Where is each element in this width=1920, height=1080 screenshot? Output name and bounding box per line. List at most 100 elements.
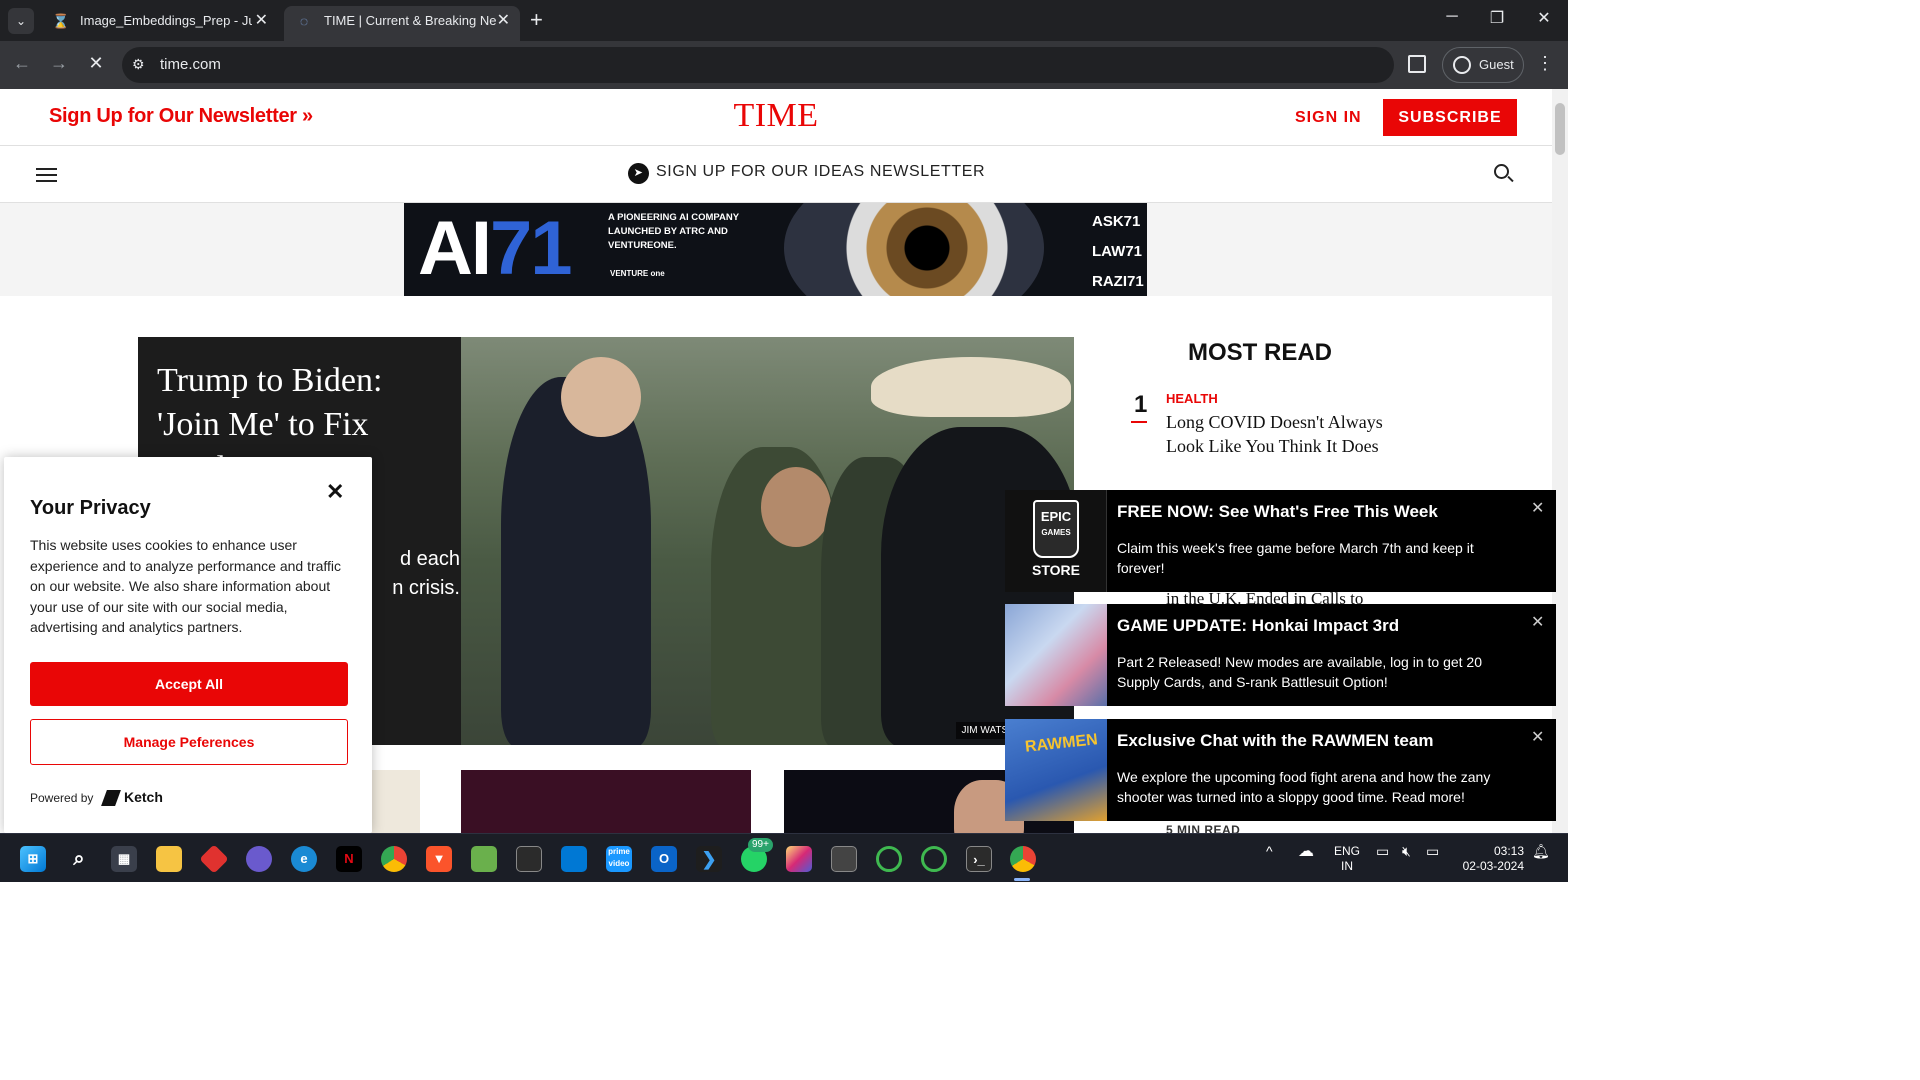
notification-title: GAME UPDATE: Honkai Impact 3rd [1117, 616, 1400, 635]
tab-close-icon[interactable]: ✕ [497, 6, 510, 36]
brave-icon[interactable]: ▼ [426, 846, 452, 872]
app-icon[interactable] [471, 846, 497, 872]
tab-search-chevron-icon[interactable]: ⌄ [8, 8, 34, 34]
ad-product: RAZI71 [1092, 273, 1144, 290]
ideas-newsletter-label: SIGN UP FOR OUR IDEAS NEWSLETTER [656, 163, 986, 180]
accept-all-button[interactable]: Accept All [30, 662, 348, 706]
close-icon[interactable]: ✕ [326, 479, 344, 505]
category-label[interactable]: HEALTH [1166, 391, 1400, 406]
notification-honkai[interactable]: GAME UPDATE: Honkai Impact 3rd Part 2 Re… [1005, 604, 1556, 706]
address-bar[interactable]: ⚙ time.com [122, 47, 1394, 83]
notification-body: Claim this week's free game before March… [1117, 540, 1474, 576]
stop-loading-icon[interactable]: ✕ [84, 53, 108, 74]
hamburger-menu-icon[interactable] [36, 168, 57, 186]
read-time-label: 5 MIN READ [1166, 823, 1241, 833]
app-icon[interactable] [199, 844, 229, 874]
netflix-icon[interactable]: N [336, 846, 362, 872]
notification-bell-icon[interactable]: 🔔︎ [1532, 844, 1550, 859]
most-read-section: MOST READ 1 HEALTH Long COVID Doesn't Al… [1120, 339, 1400, 458]
terminal-icon[interactable] [516, 846, 542, 872]
ideas-newsletter-link[interactable]: ➤ SIGN UP FOR OUR IDEAS NEWSLETTER [628, 163, 986, 184]
browser-tab-bar: ⌄ ⌛ Image_Embeddings_Prep - Jupy ✕ ◌ TIM… [0, 0, 1568, 41]
search-icon[interactable] [1494, 164, 1514, 183]
edge-icon[interactable]: e [291, 846, 317, 872]
windows-taskbar: ⊞ ⌕ ▦ e N ▼ prime video O ❯ 99+ ›_ ^ ☁ E… [0, 833, 1568, 882]
chrome-active-icon[interactable] [1010, 846, 1036, 872]
battery-icon[interactable]: ▭ [1426, 844, 1439, 859]
search-icon[interactable]: ⌕ [66, 846, 92, 872]
hero-dek: d each n crisis. [392, 548, 460, 599]
privacy-consent-dialog: Your Privacy ✕ This website uses cookies… [4, 457, 372, 833]
app-icon[interactable] [921, 846, 947, 872]
notification-epic[interactable]: EPIC GAMES STORE FREE NOW: See What's Fre… [1005, 490, 1556, 592]
mute-icon[interactable]: 🔇︎ [1402, 844, 1411, 859]
profile-button[interactable]: Guest [1442, 47, 1524, 83]
epic-games-logo-icon: EPIC GAMES [1033, 500, 1079, 558]
app-icon[interactable] [246, 846, 272, 872]
vscode-icon[interactable]: ❯ [696, 846, 722, 872]
ad-product: ASK71 [1092, 213, 1141, 230]
ad-venture-logo: VENTURE one [610, 269, 665, 278]
browser-toolbar: ← → ✕ ⚙ time.com Guest ⋮ [0, 41, 1568, 89]
notification-badge: 99+ [748, 838, 773, 852]
tab-title: TIME | Current & Breaking New [324, 13, 496, 28]
side-panel-icon[interactable] [1408, 55, 1426, 73]
privacy-description: This website uses cookies to enhance use… [30, 537, 342, 635]
prime-video-icon[interactable]: prime video [606, 846, 632, 872]
windows-start-icon[interactable]: ⊞ [20, 846, 46, 872]
outlook-icon[interactable]: O [651, 846, 677, 872]
widgets-icon[interactable]: ▦ [111, 846, 137, 872]
notification-body: Part 2 Released! New modes are available… [1117, 654, 1482, 690]
site-subnav: ➤ SIGN UP FOR OUR IDEAS NEWSLETTER [0, 146, 1552, 203]
tab-title: Image_Embeddings_Prep - Jupy [80, 13, 252, 28]
story-card-thumbnail[interactable] [461, 770, 751, 833]
back-icon[interactable]: ← [10, 53, 34, 74]
notification-title: Exclusive Chat with the RAWMEN team [1117, 731, 1434, 750]
most-read-item[interactable]: 1 HEALTH Long COVID Doesn't Always Look … [1120, 391, 1400, 458]
site-info-icon[interactable]: ⚙ [132, 56, 145, 73]
new-tab-button[interactable]: + [530, 8, 543, 32]
terminal-icon[interactable]: ›_ [966, 846, 992, 872]
most-read-heading: MOST READ [1188, 339, 1332, 366]
ketch-logo[interactable]: Ketch [101, 789, 163, 807]
ad-logo: AI71 [418, 206, 573, 291]
browser-menu-icon[interactable]: ⋮ [1536, 53, 1554, 74]
tab-jupyter[interactable]: ⌛ Image_Embeddings_Prep - Jupy ✕ [40, 6, 278, 41]
hourglass-icon: ⌛ [52, 13, 70, 29]
powered-by-label: Powered by [30, 791, 94, 805]
notification-close-icon[interactable]: ✕ [1531, 612, 1544, 632]
onedrive-cloud-icon[interactable]: ☁ [1298, 844, 1314, 860]
notification-close-icon[interactable]: ✕ [1531, 498, 1544, 518]
rank-number: 1 [1130, 391, 1148, 423]
sign-in-link[interactable]: SIGN IN [1295, 109, 1362, 127]
file-explorer-icon[interactable] [156, 846, 182, 872]
url-text[interactable]: time.com [160, 56, 221, 73]
clock[interactable]: 03:13 02-03-2024 [1458, 844, 1524, 874]
language-indicator[interactable]: ENG IN [1334, 844, 1360, 874]
close-window-icon[interactable]: ✕ [1532, 8, 1556, 28]
subscribe-button[interactable]: SUBSCRIBE [1383, 99, 1517, 136]
app-icon[interactable] [561, 846, 587, 872]
manage-preferences-button[interactable]: Manage Peferences [30, 719, 348, 765]
app-icon[interactable] [831, 846, 857, 872]
app-icon[interactable] [876, 846, 902, 872]
instagram-icon[interactable] [786, 846, 812, 872]
hero-photo[interactable]: JIM WATSON—AFP via [461, 337, 1074, 745]
notification-rawmen[interactable]: RAWMEN Exclusive Chat with the RAWMEN te… [1005, 719, 1556, 821]
minimize-icon[interactable]: ─ [1440, 8, 1464, 26]
forward-icon[interactable]: → [47, 53, 71, 74]
ai71-banner-ad[interactable]: AI71 A PIONEERING AI COMPANY LAUNCHED BY… [404, 203, 1147, 296]
tab-time[interactable]: ◌ TIME | Current & Breaking New ✕ [284, 6, 520, 41]
notification-close-icon[interactable]: ✕ [1531, 727, 1544, 747]
tab-close-icon[interactable]: ✕ [255, 6, 268, 36]
active-app-indicator [1014, 878, 1030, 881]
network-icon[interactable]: ▭ [1376, 844, 1389, 859]
chevron-up-icon[interactable]: ^ [1266, 844, 1273, 859]
ad-tagline: A PIONEERING AI COMPANY LAUNCHED BY ATRC… [608, 212, 739, 251]
ad-zone: AI71 A PIONEERING AI COMPANY LAUNCHED BY… [0, 203, 1552, 296]
article-title[interactable]: Long COVID Doesn't Always Look Like You … [1166, 410, 1400, 458]
ad-product: LAW71 [1092, 243, 1143, 260]
chrome-icon[interactable] [381, 846, 407, 872]
restore-icon[interactable]: ❐ [1485, 8, 1509, 28]
notification-body: We explore the upcoming food fight arena… [1117, 769, 1491, 805]
